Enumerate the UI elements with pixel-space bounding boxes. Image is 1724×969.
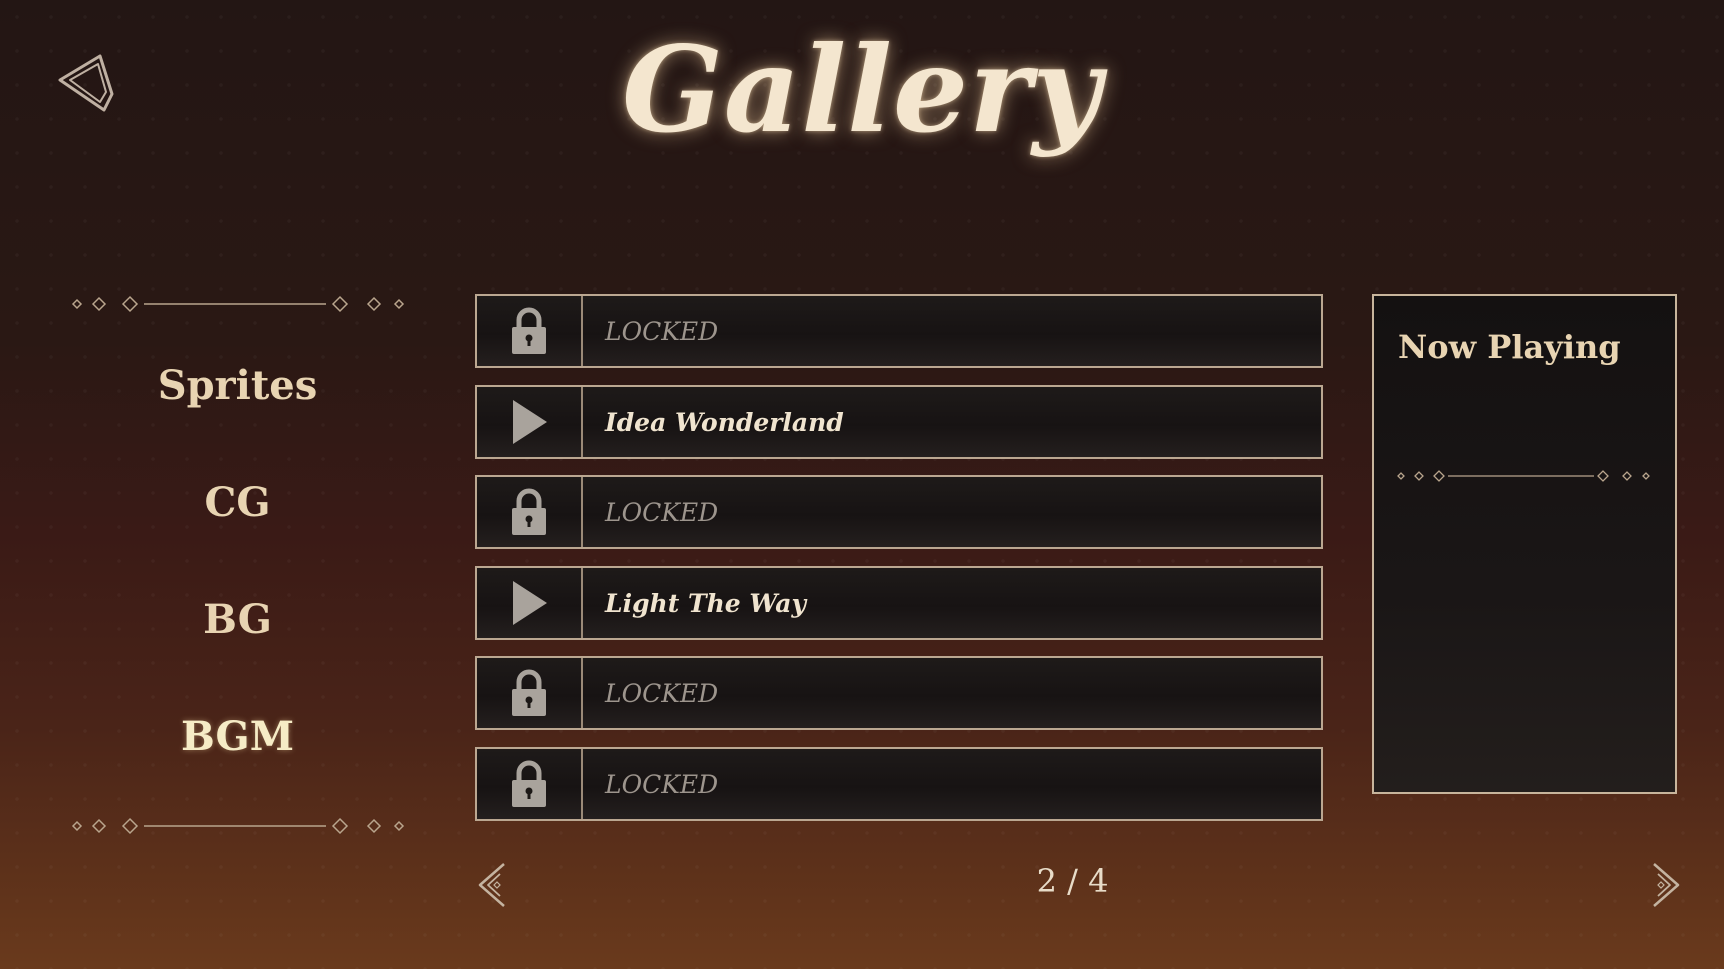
nav-item-sprites[interactable]: Sprites — [60, 362, 415, 409]
top-divider — [71, 295, 405, 313]
track-item-locked[interactable]: LOCKED — [475, 747, 1323, 821]
track-label: Idea Wonderland — [605, 407, 844, 437]
page-title: Gallery — [622, 20, 1102, 159]
track-item-locked[interactable]: LOCKED — [475, 294, 1323, 368]
play-icon — [513, 581, 547, 625]
track-label: Light The Way — [605, 588, 807, 618]
track-item-locked[interactable]: LOCKED — [475, 475, 1323, 549]
track-item-light-the-way[interactable]: Light The Way — [475, 566, 1323, 640]
track-item-locked[interactable]: LOCKED — [475, 656, 1323, 730]
now-playing-divider — [1397, 470, 1650, 482]
prev-page-button[interactable] — [474, 860, 510, 910]
track-label: LOCKED — [605, 497, 719, 527]
nav-item-cg[interactable]: CG — [60, 479, 415, 526]
lock-icon — [512, 488, 546, 535]
track-icon-box — [477, 658, 583, 728]
lock-icon — [512, 307, 546, 354]
track-icon-box — [477, 387, 583, 457]
now-playing-title: Now Playing — [1398, 328, 1621, 366]
next-page-button[interactable] — [1648, 860, 1684, 910]
prev-page-icon — [478, 863, 505, 907]
nav-item-bg[interactable]: BG — [60, 596, 415, 643]
track-label: LOCKED — [605, 316, 719, 346]
track-icon-box — [477, 296, 583, 366]
bottom-divider — [71, 817, 405, 835]
lock-icon — [512, 760, 546, 807]
track-icon-box — [477, 749, 583, 819]
track-label: LOCKED — [605, 769, 719, 799]
nav-item-bgm[interactable]: BGM — [60, 713, 415, 760]
track-label: LOCKED — [605, 678, 719, 708]
track-icon-box — [477, 477, 583, 547]
next-page-icon — [1653, 863, 1680, 907]
track-icon-box — [477, 568, 583, 638]
play-icon — [513, 400, 547, 444]
page-indicator: 2 / 4 — [1036, 862, 1109, 900]
lock-icon — [512, 669, 546, 716]
now-playing-panel: Now Playing — [1372, 294, 1677, 794]
track-item-idea-wonderland[interactable]: Idea Wonderland — [475, 385, 1323, 459]
